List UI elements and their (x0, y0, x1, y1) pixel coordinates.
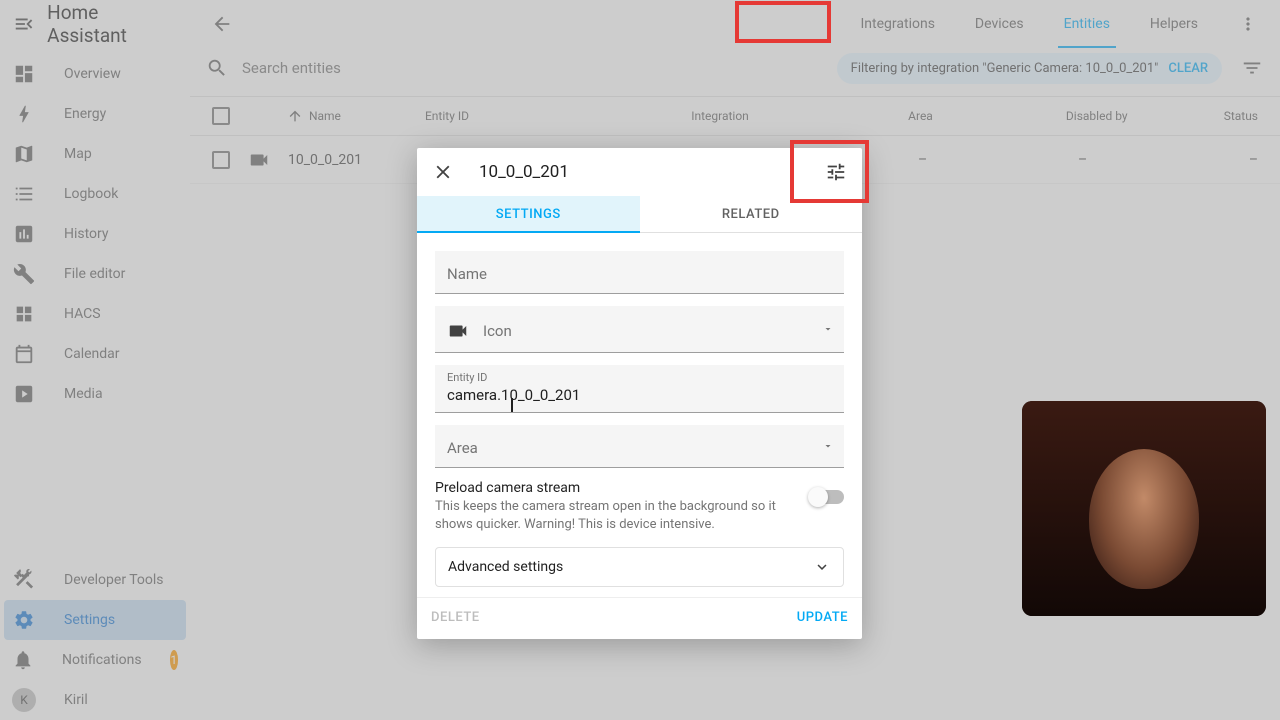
tab-label: SETTINGS (496, 207, 561, 222)
dialog-tab-related[interactable]: RELATED (640, 196, 863, 232)
preload-toggle[interactable] (810, 490, 844, 504)
entity-dialog: 10_0_0_201 SETTINGS RELATED Name Icon En… (417, 148, 862, 639)
dialog-body: Name Icon Entity ID camera.10_0_0_201 Ar… (417, 233, 862, 597)
name-field[interactable]: Name (435, 251, 844, 294)
dialog-footer: DELETE UPDATE (417, 597, 862, 639)
tab-label: RELATED (722, 207, 780, 222)
advanced-label: Advanced settings (448, 559, 563, 575)
entity-id-field[interactable]: Entity ID camera.10_0_0_201 (435, 365, 844, 413)
chevron-down-icon (822, 323, 834, 335)
field-label: Area (447, 439, 832, 457)
preload-stream-row: Preload camera stream This keeps the cam… (435, 480, 844, 533)
close-button[interactable] (427, 156, 459, 188)
webcam-overlay (1022, 401, 1266, 616)
tune-button[interactable] (820, 156, 852, 188)
dialog-header: 10_0_0_201 (417, 148, 862, 196)
preload-description: This keeps the camera stream open in the… (435, 498, 796, 533)
text-cursor (511, 398, 513, 412)
field-label: Icon (483, 322, 512, 340)
field-label: Entity ID (447, 371, 832, 384)
advanced-settings-expander[interactable]: Advanced settings (435, 547, 844, 587)
chevron-down-icon (822, 440, 834, 452)
dialog-tab-settings[interactable]: SETTINGS (417, 196, 640, 232)
dialog-tabs: SETTINGS RELATED (417, 196, 862, 233)
area-field[interactable]: Area (435, 425, 844, 468)
camera-icon (447, 320, 469, 342)
chevron-down-icon (813, 558, 831, 576)
field-label: Name (447, 265, 832, 283)
dialog-title: 10_0_0_201 (479, 162, 800, 182)
delete-button[interactable]: DELETE (431, 610, 480, 625)
field-value: camera.10_0_0_201 (447, 386, 832, 404)
icon-field[interactable]: Icon (435, 306, 844, 353)
update-button[interactable]: UPDATE (797, 610, 848, 625)
preload-title: Preload camera stream (435, 480, 796, 496)
